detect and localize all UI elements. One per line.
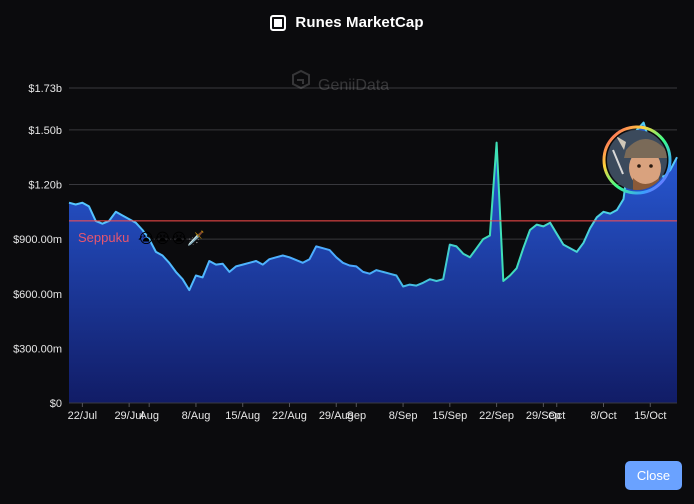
x-tick-label: 22/Jul xyxy=(68,410,97,422)
x-tick-label: 8/Aug xyxy=(182,410,211,422)
x-tick-label: Aug xyxy=(139,410,159,422)
marketcap-area xyxy=(69,122,677,403)
x-tick-label: Oct xyxy=(548,410,565,422)
watermark: GeniiData xyxy=(292,69,389,94)
y-tick-label: $1.73b xyxy=(28,83,62,95)
x-tick-label: 8/Sep xyxy=(389,410,418,422)
x-tick-label: Sep xyxy=(347,410,367,422)
x-tick-label: 15/Aug xyxy=(225,410,260,422)
x-tick-label: 8/Oct xyxy=(590,410,616,422)
seppuku-label: Seppuku xyxy=(78,230,129,245)
marketcap-chart: $0 $300.00m $600.00m $900.00m $1.20b $1.50b $1… xyxy=(13,69,678,422)
y-tick-label: $600.00m xyxy=(13,289,62,301)
watermark-text: GeniiData xyxy=(318,77,389,94)
geniidata-logo-icon xyxy=(292,69,310,90)
y-axis-ticks: $0 $300.00m $600.00m $900.00m $1.20b $1.50b $1… xyxy=(13,83,62,410)
x-tick-label: 22/Aug xyxy=(272,410,307,422)
x-axis-ticks: 22/Jul 29/JulAug 8/Aug 15/Aug 22/Aug 29/AugSe… xyxy=(68,403,666,422)
x-tick-label: 22/Sep xyxy=(479,410,514,422)
y-tick-label: $300.00m xyxy=(13,343,62,355)
x-tick-label: 15/Sep xyxy=(432,410,467,422)
y-tick-label: $1.50b xyxy=(28,125,62,137)
y-tick-label: $900.00m xyxy=(13,234,62,246)
x-tick-label: 15/Oct xyxy=(634,410,666,422)
y-tick-label: $0 xyxy=(50,398,62,410)
close-button[interactable]: Close xyxy=(625,461,682,490)
avatar-viking-icon xyxy=(602,125,672,195)
y-tick-label: $1.20b xyxy=(28,180,62,192)
seppuku-emoji: 😭😭😭🗡️ xyxy=(138,230,205,247)
